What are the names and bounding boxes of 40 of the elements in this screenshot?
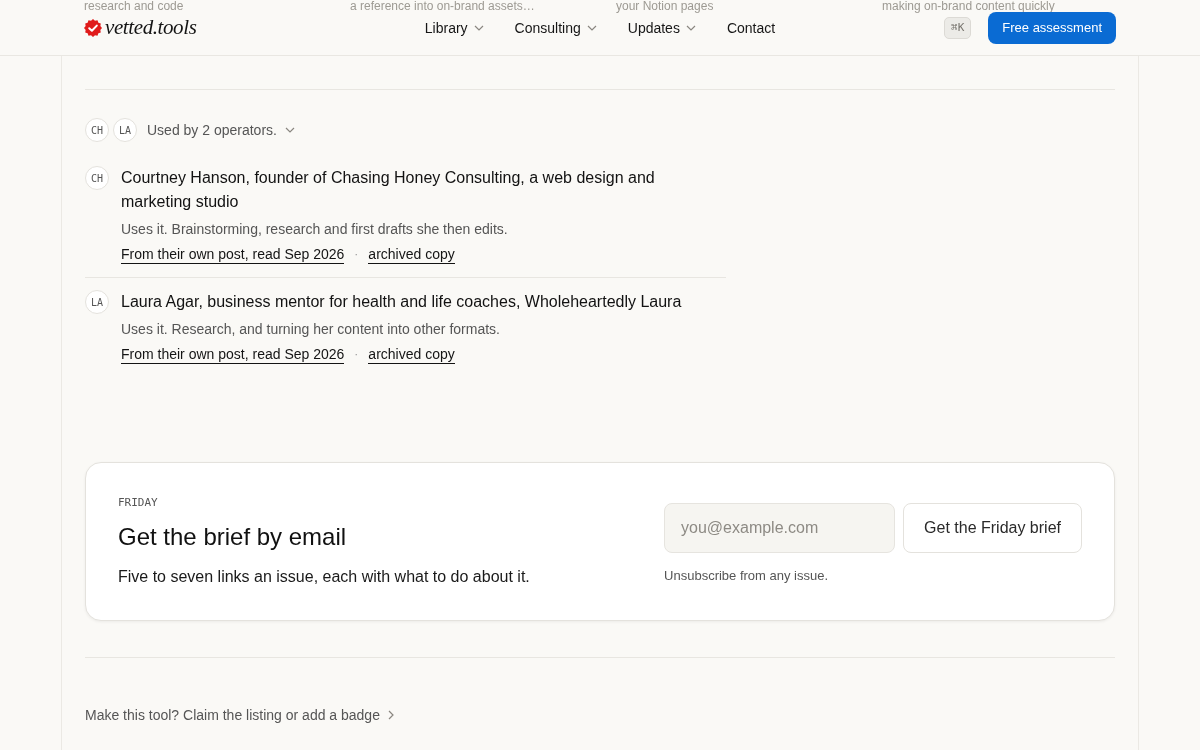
source-link[interactable]: From their own post, read Sep 2026: [121, 344, 345, 364]
nav-link[interactable]: Contact: [726, 19, 776, 36]
site-logo[interactable]: vetted.tools: [84, 15, 197, 40]
operator-name: Courtney Hanson, founder of Chasing Honey Consulting, a web design and marketing studio: [121, 168, 656, 212]
background-text: your Notion pages: [616, 0, 714, 13]
usage-note: Uses it. Research, and turning her content into other formats.: [121, 320, 501, 339]
unsubscribe-note: Unsubscribe from any issue.: [664, 566, 830, 585]
newsletter-title: Get the brief by email: [118, 521, 348, 552]
chevron-down-icon: [473, 24, 484, 31]
source-link[interactable]: From their own post, read Sep 2026: [121, 244, 345, 264]
nav-menu[interactable]: Library: [424, 19, 484, 36]
source-link[interactable]: archived copy: [368, 244, 455, 264]
verified-badge-icon: [84, 18, 102, 37]
logo-text: vetted.tools: [105, 15, 197, 40]
eyebrow-label: FRIDAY: [118, 494, 159, 511]
claim-listing-link[interactable]: Make this tool? Claim the listing or add a badge: [85, 705, 394, 725]
initials-avatar: LA: [113, 118, 137, 142]
email-field[interactable]: you@example.com: [664, 502, 896, 553]
newsletter-description: Five to seven links an issue, each with what to do about it.: [118, 566, 530, 587]
search-shortcut-key[interactable]: ⌘K: [944, 16, 972, 39]
source-link[interactable]: archived copy: [368, 344, 455, 364]
operators-toggle[interactable]: Used by 2 operators.: [147, 122, 295, 138]
operator-name: Laura Agar, business mentor for health and life coaches, Wholeheartedly Laura: [121, 292, 683, 312]
chevron-down-icon: [586, 24, 597, 31]
nav-menu[interactable]: Updates: [627, 19, 696, 36]
initials-avatar: CH: [85, 118, 109, 142]
chevron-right-icon: [387, 710, 394, 720]
initials-avatar: CH: [85, 166, 109, 190]
usage-note: Uses it. Brainstorming, research and first drafts she then edits.: [121, 220, 509, 239]
subscribe-button[interactable]: Get the Friday brief: [903, 502, 1082, 553]
nav-menu[interactable]: Consulting: [514, 19, 597, 36]
separator-dot: ·: [354, 347, 359, 361]
initials-avatar: LA: [85, 290, 109, 314]
chevron-down-icon: [284, 127, 295, 133]
free-assessment-button[interactable]: Free assessment: [988, 11, 1116, 44]
chevron-down-icon: [685, 24, 696, 31]
background-text: making on-brand content quickly: [882, 0, 1055, 13]
separator-dot: ·: [354, 247, 359, 261]
background-text: research and code: [84, 0, 184, 13]
background-text: a reference into on-brand assets…: [350, 0, 535, 13]
